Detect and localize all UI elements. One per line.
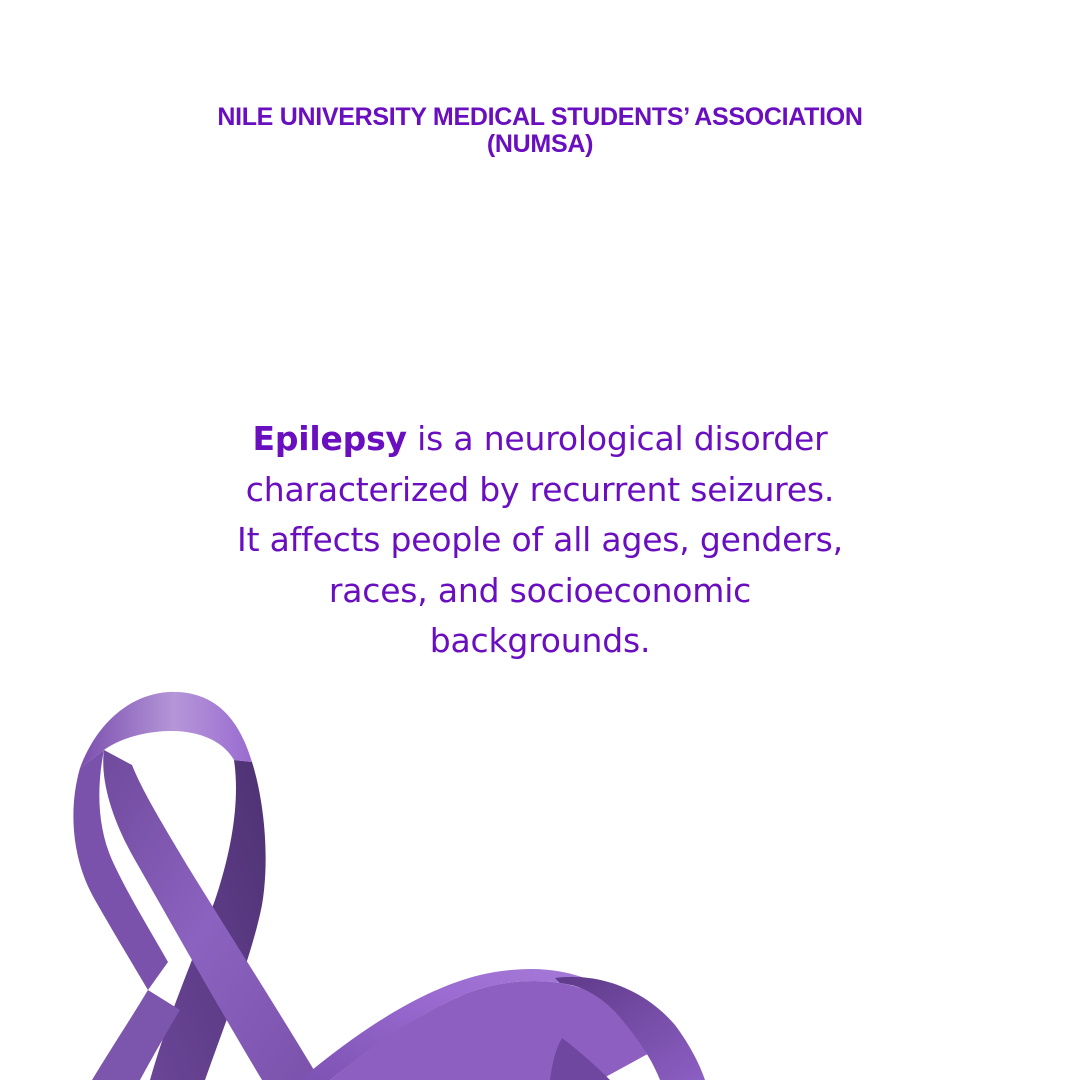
poster: NILE UNIVERSITY MEDICAL STUDENTS’ ASSOCI… (0, 0, 1080, 1080)
awareness-ribbon-icon (73, 691, 705, 1080)
